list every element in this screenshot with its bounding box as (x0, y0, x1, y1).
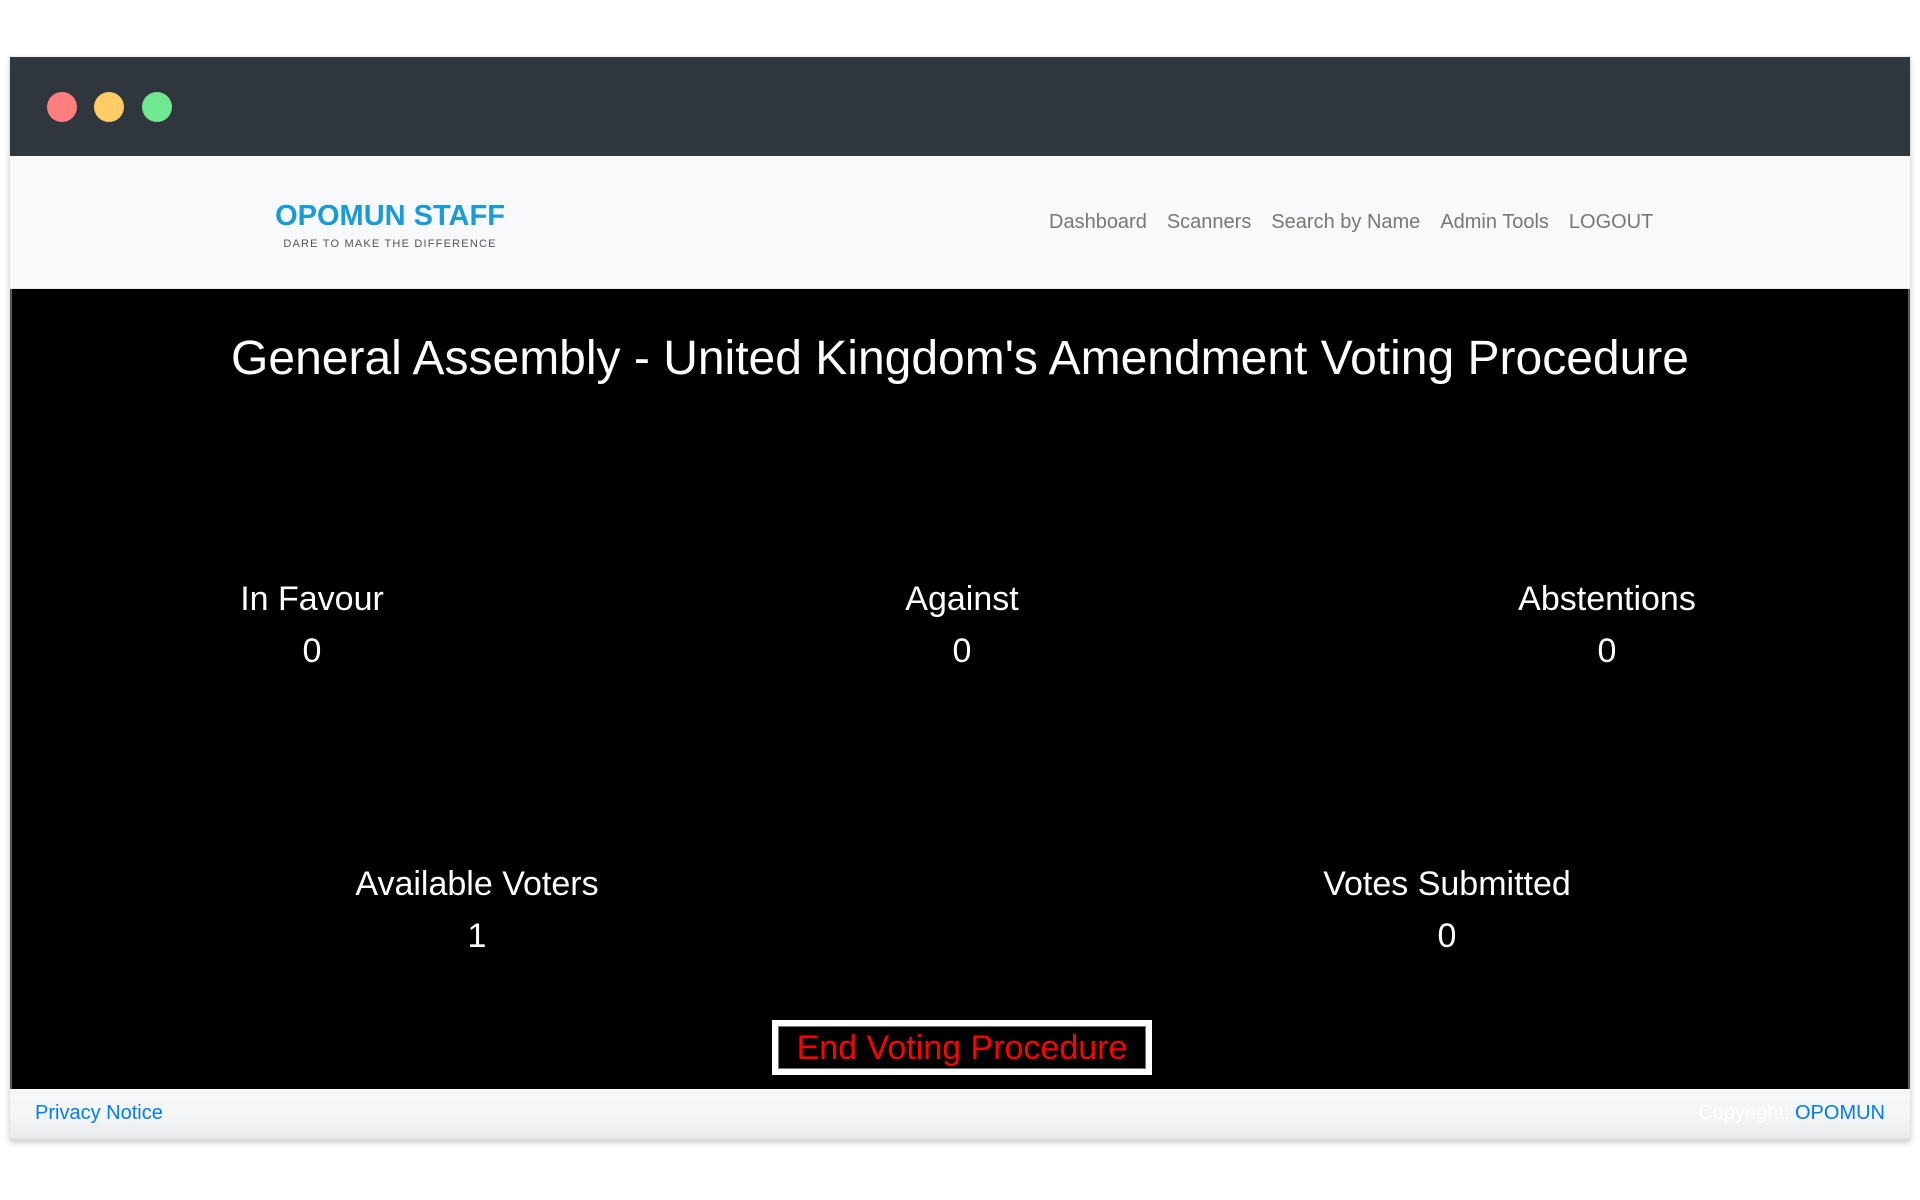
stat-value: 0 (952, 632, 972, 670)
nav-link-dashboard[interactable]: Dashboard (1039, 209, 1157, 235)
brand-tagline: DARE TO MAKE THE DIFFERENCE (283, 238, 497, 250)
maximize-window-icon[interactable] (142, 92, 172, 122)
minimize-window-icon[interactable] (94, 92, 124, 122)
copyright-label: Copyright: (1698, 1102, 1795, 1124)
stat-value: 0 (1437, 917, 1457, 955)
nav-menu: Dashboard Scanners Search by Name Admin … (1039, 209, 1663, 235)
voting-panel: General Assembly - United Kingdom's Amen… (10, 289, 1910, 1089)
privacy-notice-link[interactable]: Privacy Notice (35, 1102, 163, 1125)
stat-votes-submitted: Votes Submitted 0 (1287, 864, 1607, 956)
stat-value: 1 (467, 917, 487, 955)
nav-link-scanners[interactable]: Scanners (1157, 209, 1262, 235)
nav-link-logout[interactable]: LOGOUT (1559, 209, 1663, 235)
brand-title: OPOMUN STAFF (275, 200, 505, 232)
nav-link-admin-tools[interactable]: Admin Tools (1430, 209, 1559, 235)
stat-label: In Favour (240, 580, 384, 618)
stat-against: Against 0 (802, 579, 1122, 671)
stat-label: Abstentions (1518, 580, 1696, 618)
stat-label: Against (905, 580, 1019, 618)
stat-value: 0 (1597, 632, 1617, 670)
footer: Privacy Notice Copyright: OPOMUN (10, 1089, 1910, 1140)
window-titlebar (10, 57, 1910, 156)
stat-label: Available Voters (355, 865, 599, 903)
stat-label: Votes Submitted (1323, 865, 1571, 903)
end-voting-procedure-button[interactable]: End Voting Procedure (772, 1020, 1152, 1075)
page-title: General Assembly - United Kingdom's Amen… (231, 332, 1689, 385)
stat-abstentions: Abstentions 0 (1447, 579, 1767, 671)
copyright: Copyright: OPOMUN (1698, 1102, 1885, 1125)
close-window-icon[interactable] (47, 92, 77, 122)
brand-logo[interactable]: OPOMUN STAFF DARE TO MAKE THE DIFFERENCE (270, 200, 510, 250)
stat-available-voters: Available Voters 1 (317, 864, 637, 956)
navbar: OPOMUN STAFF DARE TO MAKE THE DIFFERENCE… (10, 156, 1910, 289)
opomun-link[interactable]: OPOMUN (1795, 1102, 1885, 1124)
stat-in-favour: In Favour 0 (152, 579, 472, 671)
nav-link-search-by-name[interactable]: Search by Name (1261, 209, 1430, 235)
stat-value: 0 (302, 632, 322, 670)
browser-window: OPOMUN STAFF DARE TO MAKE THE DIFFERENCE… (10, 57, 1910, 1140)
